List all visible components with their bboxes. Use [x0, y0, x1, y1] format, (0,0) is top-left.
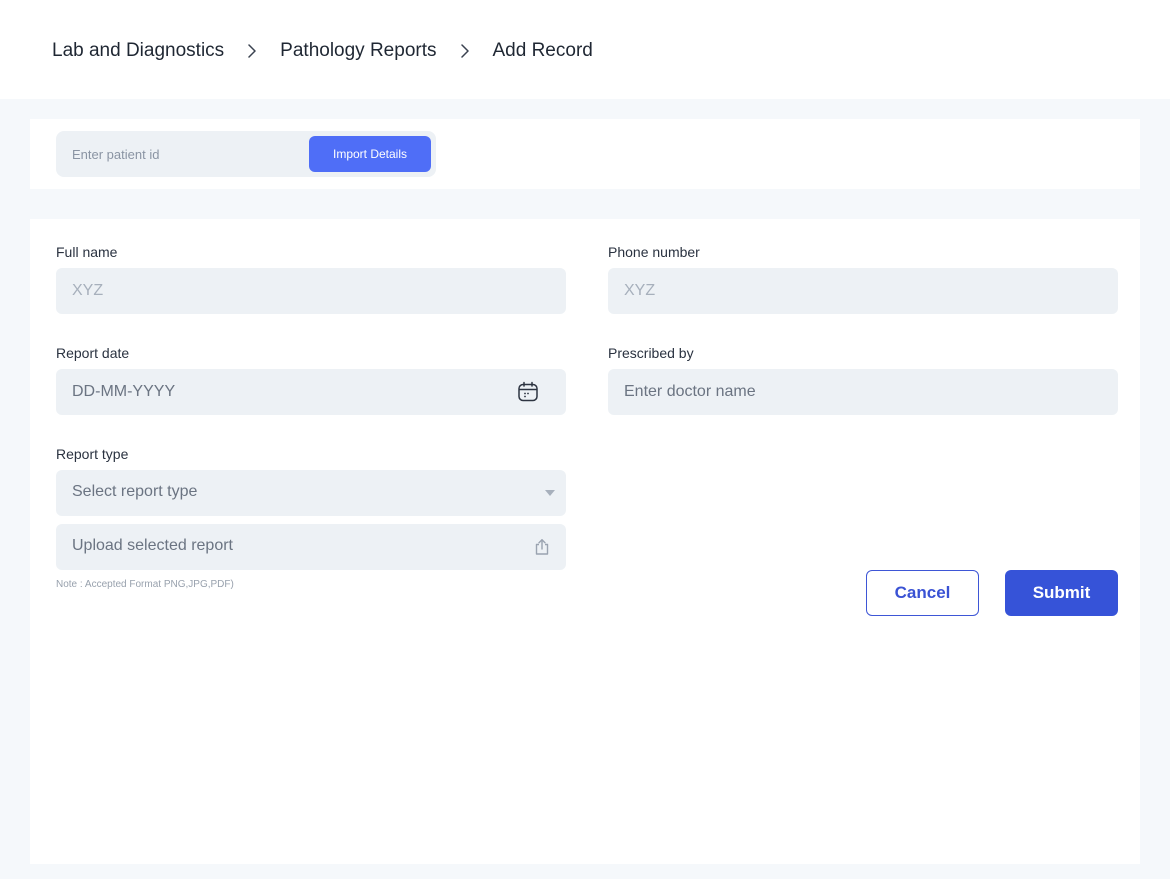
report-date-label: Report date — [56, 345, 130, 361]
chevron-right-icon — [241, 38, 263, 64]
upload-report-field[interactable]: Upload selected report — [56, 524, 566, 570]
top-bar: Lab and Diagnostics Pathology Reports Ad… — [0, 0, 1170, 99]
report-type-select[interactable]: Select report type — [56, 470, 566, 516]
submit-button[interactable]: Submit — [1005, 570, 1118, 616]
import-panel: Import Details — [30, 119, 1140, 189]
cancel-button[interactable]: Cancel — [866, 570, 979, 616]
report-date-field — [56, 369, 566, 415]
phone-number-input[interactable] — [608, 268, 1118, 314]
full-name-field — [56, 268, 566, 314]
report-type-selected: Select report type — [72, 483, 198, 500]
patient-id-input[interactable] — [56, 131, 306, 177]
breadcrumb-lab-and-diagnostics[interactable]: Lab and Diagnostics — [52, 40, 224, 62]
report-date-input[interactable] — [56, 369, 566, 415]
prescribed-by-field — [608, 369, 1118, 415]
breadcrumb-pathology-reports[interactable]: Pathology Reports — [280, 40, 436, 62]
breadcrumb: Lab and Diagnostics Pathology Reports Ad… — [52, 38, 593, 64]
import-details-button[interactable]: Import Details — [309, 136, 431, 172]
calendar-icon[interactable] — [516, 380, 540, 404]
format-note: Note : Accepted Format PNG,JPG,PDF) — [56, 579, 234, 590]
full-name-label: Full name — [56, 244, 118, 260]
phone-number-field — [608, 268, 1118, 314]
patient-import-group: Import Details — [56, 131, 436, 177]
full-name-input[interactable] — [56, 268, 566, 314]
upload-icon[interactable] — [530, 535, 554, 559]
chevron-right-icon — [454, 38, 476, 64]
doctor-name-input[interactable] — [608, 369, 1118, 415]
caret-down-icon — [538, 481, 562, 505]
record-form: Full name Phone number Report date Presc… — [30, 219, 1140, 864]
breadcrumb-add-record: Add Record — [492, 40, 593, 61]
report-type-label: Report type — [56, 446, 129, 462]
phone-number-label: Phone number — [608, 244, 700, 260]
upload-report-text: Upload selected report — [72, 537, 233, 554]
prescribed-by-label: Prescribed by — [608, 345, 694, 361]
